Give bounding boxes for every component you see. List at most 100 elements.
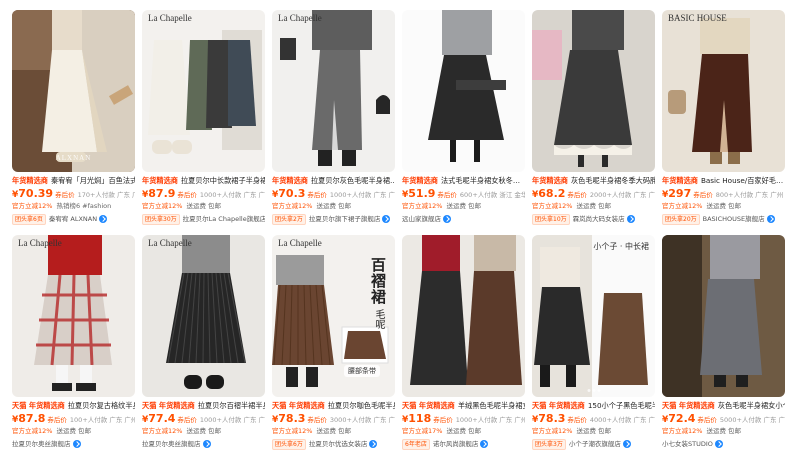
shop-name[interactable]: 远山家旗舰店 bbox=[402, 213, 441, 225]
product-image[interactable] bbox=[402, 10, 525, 172]
product-row-1: ALXNAN 年货精选商秦宥宥「月光焖」百鱼法式… ¥70.39券后价170+人… bbox=[12, 10, 790, 226]
shop-link-icon[interactable] bbox=[202, 440, 211, 448]
price-label: 券后价 bbox=[47, 416, 67, 424]
product-image[interactable]: 小个子 · 中长裙 bbox=[532, 235, 655, 397]
product-image[interactable] bbox=[662, 235, 785, 397]
price-row: ¥87.8 券后价 100+人付款 广东 广州 bbox=[12, 413, 135, 425]
product-card[interactable]: 小个子 · 中长裙 天猫 年货精选商150小个子黑色毛呢半身… ¥78.3券后价… bbox=[532, 235, 655, 451]
sales-meta: 100+人付款 广东 广州 bbox=[69, 416, 135, 424]
shop-name[interactable]: 拉夏贝尔优选女装店 bbox=[309, 438, 368, 450]
shop-link-icon[interactable] bbox=[714, 440, 723, 448]
product-card[interactable]: La Chapelle 年货精选商拉夏贝尔中长款裙子半身裙女2026新… ¥87… bbox=[142, 10, 265, 226]
shop-name[interactable]: 拉夏贝尔奥丝旗舰店 bbox=[12, 438, 71, 450]
shop-link-icon[interactable] bbox=[626, 215, 635, 223]
discount-label: 官方立减12% bbox=[272, 202, 313, 210]
price-value: 78.3 bbox=[538, 413, 566, 425]
shop-link-icon[interactable] bbox=[622, 440, 631, 448]
shop-row[interactable]: 远山家旗舰店 bbox=[402, 213, 525, 225]
product-image[interactable]: BASIC HOUSE bbox=[662, 10, 785, 172]
shop-link-icon[interactable] bbox=[99, 215, 108, 223]
product-title[interactable]: 天猫 年货精选商羊绒黑色毛呢半身裙女… bbox=[402, 401, 525, 411]
title-text: 拉夏贝尔中长款裙子半身裙女2026新… bbox=[180, 176, 265, 185]
shop-row[interactable]: 团头拿2万 拉夏贝尔旗下裙子旗舰店 bbox=[272, 213, 395, 225]
shop-name[interactable]: 诺尔风尚旗舰店 bbox=[433, 438, 479, 450]
shop-link-icon[interactable] bbox=[382, 215, 391, 223]
product-title[interactable]: 年货精选商 拉夏贝尔灰色毛呢半身裙… bbox=[272, 176, 395, 186]
product-image[interactable] bbox=[532, 10, 655, 172]
title-text: 灰色毛呢半身裙女小个子… bbox=[717, 401, 785, 410]
sales-meta: 3000+人付款 广东 广州 bbox=[329, 416, 395, 424]
discount-row: 官方立减12% 送运费 包邮 bbox=[532, 201, 655, 211]
product-card[interactable]: 天猫 年货精选商羊绒黑色毛呢半身裙女… ¥118券后价1000+人付款 广东 广… bbox=[402, 235, 525, 451]
promo-tag: 天猫 年货精选商 bbox=[272, 401, 325, 410]
shop-name[interactable]: 拉夏贝尔奥丝旗舰店 bbox=[142, 438, 201, 450]
shop-badge: 团头拿2万 bbox=[272, 213, 306, 225]
product-title[interactable]: 天猫 年货精选商灰色毛呢半身裙女小个子… bbox=[662, 401, 785, 411]
product-image[interactable]: La Chapelle bbox=[142, 235, 265, 397]
product-title[interactable]: 年货精选商灰色毛呢半身裙冬季大码胖mm… bbox=[532, 176, 655, 186]
shop-name[interactable]: 拉夏贝尔La Chapelle旗舰店 bbox=[183, 213, 265, 225]
discount-label: 官方立减12% bbox=[662, 427, 703, 435]
product-title[interactable]: 年货精选商秦宥宥「月光焖」百鱼法式… bbox=[12, 176, 135, 186]
product-title[interactable]: 天猫 年货精选商拉夏贝尔复古格纹半身… bbox=[12, 401, 135, 411]
product-image[interactable]: La Chapelle bbox=[272, 10, 395, 172]
product-card[interactable]: La Chapelle 年货精选商 拉夏贝尔灰色毛呢半身裙… ¥70.3 券后价 10… bbox=[272, 10, 395, 226]
product-title[interactable]: 年货精选商拉夏贝尔中长款裙子半身裙女2026新… bbox=[142, 176, 265, 186]
promo-tag: 年货精选商 bbox=[532, 176, 568, 185]
product-image[interactable]: La Chapelle bbox=[142, 10, 265, 172]
shipping-info: 送运费 包邮 bbox=[446, 202, 482, 210]
product-image[interactable] bbox=[402, 235, 525, 397]
product-card[interactable]: BASIC HOUSE 年货精选商 Basic House/百家好毛… ¥297 券… bbox=[662, 10, 785, 226]
product-title[interactable]: 天猫 年货精选商150小个子黑色毛呢半身… bbox=[532, 401, 655, 411]
product-image[interactable]: La Chapelle 百褶裙 毛呢 腰部条带 bbox=[272, 235, 395, 397]
shop-row[interactable]: 团头拿20万 BASICHOUSE旗舰店 bbox=[662, 213, 785, 225]
shop-link-icon[interactable] bbox=[72, 440, 81, 448]
product-title[interactable]: 天猫 年货精选商拉夏贝尔咖色毛呢半身裙… bbox=[272, 401, 395, 411]
product-card[interactable]: La Chapelle 天猫 年货精选商拉夏贝尔百褶半裙半身… ¥77.4券后价… bbox=[142, 235, 265, 451]
product-image[interactable]: ALXNAN bbox=[12, 10, 135, 172]
shop-name[interactable]: 拉夏贝尔旗下裙子旗舰店 bbox=[309, 213, 381, 225]
product-title[interactable]: 年货精选商 Basic House/百家好毛… bbox=[662, 176, 785, 186]
shop-row[interactable]: 团头拿30万 拉夏贝尔La Chapelle旗舰店 bbox=[142, 213, 265, 225]
shipping-info: 热销榜6 #fashion bbox=[56, 202, 112, 210]
product-card[interactable]: ALXNAN 年货精选商秦宥宥「月光焖」百鱼法式… ¥70.39券后价170+人… bbox=[12, 10, 135, 226]
discount-row: 官方立减12% 送运费 包邮 bbox=[272, 426, 395, 436]
price-value: 297 bbox=[668, 188, 692, 200]
shop-row[interactable]: 团头拿6万 拉夏贝尔优选女装店 bbox=[272, 438, 395, 450]
shop-row[interactable]: 团头拿6页 秦宥宥 ALXNAN bbox=[12, 213, 135, 225]
price-label: 券后价 bbox=[177, 416, 197, 424]
shop-name[interactable]: BASICHOUSE旗舰店 bbox=[703, 213, 765, 225]
shop-link-icon[interactable] bbox=[766, 215, 775, 223]
shop-row[interactable]: 6年老店 诺尔风尚旗舰店 bbox=[402, 438, 525, 450]
image-caption: 百褶裙 毛呢 bbox=[369, 257, 387, 329]
sales-meta: 4000+人付款 广东 广州 bbox=[589, 416, 655, 424]
shop-link-icon[interactable] bbox=[369, 440, 378, 448]
discount-label: 官方立减12% bbox=[272, 427, 313, 435]
shop-name[interactable]: 小个子潮衣旗舰店 bbox=[569, 438, 621, 450]
product-title[interactable]: 年货精选商 法式毛呢半身裙女秋冬… bbox=[402, 176, 525, 186]
shop-row[interactable]: 小七女装STUDIO bbox=[662, 438, 785, 450]
shop-link-icon[interactable] bbox=[480, 440, 489, 448]
product-card[interactable]: 年货精选商灰色毛呢半身裙冬季大码胖mm… ¥68.2券后价2000+人付款 广东… bbox=[532, 10, 655, 226]
price-value: 51.9 bbox=[408, 188, 436, 200]
shop-row[interactable]: 团头拿10万 霖岚尚大码女装店 bbox=[532, 213, 655, 225]
price-label: 券后价 bbox=[567, 416, 587, 424]
shop-name[interactable]: 霖岚尚大码女装店 bbox=[573, 213, 625, 225]
sales-meta: 1000+人付款 广东 广州 bbox=[199, 416, 265, 424]
discount-row: 官方立减12% 送运费 包邮 bbox=[662, 201, 785, 211]
product-title[interactable]: 天猫 年货精选商拉夏贝尔百褶半裙半身… bbox=[142, 401, 265, 411]
price-label: 券后价 bbox=[433, 416, 453, 424]
product-card[interactable]: 天猫 年货精选商灰色毛呢半身裙女小个子… ¥72.4券后价5000+人付款 广东… bbox=[662, 235, 785, 451]
shop-row[interactable]: 团头拿3万 小个子潮衣旗舰店 bbox=[532, 438, 655, 450]
shop-row[interactable]: 拉夏贝尔奥丝旗舰店 bbox=[142, 438, 265, 450]
shop-name[interactable]: 小七女装STUDIO bbox=[662, 438, 713, 450]
product-card[interactable]: 年货精选商 法式毛呢半身裙女秋冬… ¥51.9 券后价 600+人付款 浙江 金华 官… bbox=[402, 10, 525, 226]
product-image[interactable]: La Chapelle bbox=[12, 235, 135, 397]
shop-row[interactable]: 拉夏贝尔奥丝旗舰店 bbox=[12, 438, 135, 450]
shop-link-icon[interactable] bbox=[443, 215, 451, 223]
promo-tag: 天猫 年货精选商 bbox=[532, 401, 585, 410]
shop-name[interactable]: 秦宥宥 ALXNAN bbox=[49, 213, 97, 225]
shipping-info: 送运费 包邮 bbox=[56, 427, 92, 435]
product-card[interactable]: La Chapelle 天猫 年货精选商拉夏贝尔复古格纹半身… ¥87.8券后价… bbox=[12, 235, 135, 451]
product-card[interactable]: La Chapelle 百褶裙毛呢腰部条带 天猫 年货精选商拉夏贝尔咖色毛呢半身… bbox=[272, 235, 395, 451]
